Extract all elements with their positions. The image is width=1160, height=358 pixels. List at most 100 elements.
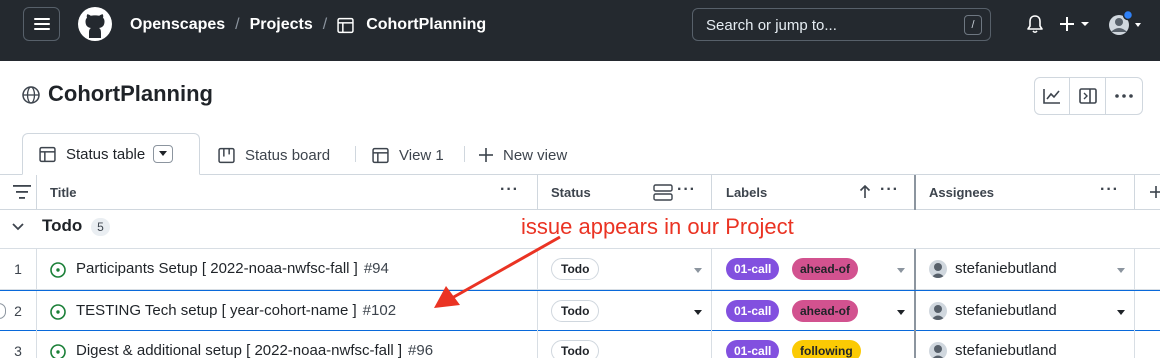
board-icon: [218, 147, 235, 164]
cell-divider: [1134, 291, 1135, 332]
dropdown-caret-icon[interactable]: [694, 268, 702, 273]
assignee-name[interactable]: stefaniebutland: [955, 302, 1057, 319]
tab-status-board[interactable]: Status board: [218, 136, 330, 174]
cell-divider: [537, 331, 538, 358]
plus-icon: [479, 148, 493, 162]
issue-number: #96: [408, 342, 434, 358]
issue-title: Digest & additional setup [ 2022-noaa-nw…: [76, 342, 403, 358]
insights-button[interactable]: [1035, 78, 1071, 114]
github-logo-icon[interactable]: [77, 6, 113, 42]
group-count-badge: 5: [91, 218, 110, 236]
cell-divider: [36, 291, 37, 332]
dropdown-caret-icon[interactable]: [694, 310, 702, 315]
cell-divider: [711, 331, 712, 358]
issue-title-link[interactable]: TESTING Tech setup [ year-cohort-name ] #…: [76, 302, 396, 319]
row-number: 3: [14, 343, 22, 358]
issue-number: #102: [362, 302, 397, 319]
table-row[interactable]: 2 TESTING Tech setup [ year-cohort-name …: [0, 290, 1160, 332]
status-badge[interactable]: Todo: [551, 340, 600, 358]
column-header-assignees[interactable]: Assignees: [929, 175, 994, 210]
issue-number: #94: [363, 260, 389, 277]
breadcrumb-projects[interactable]: Projects: [250, 16, 313, 34]
label-01-call[interactable]: 01-call: [726, 340, 780, 358]
menu-button[interactable]: [23, 7, 60, 41]
column-divider: [537, 175, 538, 210]
more-options-button[interactable]: [1106, 78, 1142, 114]
table-header: Title ··· Status ··· Labels ··· Assignee…: [0, 175, 1160, 210]
table-row[interactable]: 3 Digest & additional setup [ 2022-noaa-…: [0, 331, 1160, 358]
table-icon: [337, 17, 354, 34]
avatar: [1109, 9, 1141, 35]
arrow-up-sort-icon[interactable]: [859, 185, 871, 199]
notifications-bell-icon[interactable]: [1026, 14, 1044, 34]
tab-view-1[interactable]: View 1: [372, 136, 444, 174]
cell-divider: [36, 249, 37, 290]
filter-sort-icon[interactable]: [13, 185, 31, 199]
dropdown-caret-icon[interactable]: [897, 268, 905, 273]
tab-status-table[interactable]: Status table: [22, 133, 200, 175]
label-01-call[interactable]: 01-call: [726, 300, 780, 322]
avatar: [929, 342, 947, 358]
column-divider: [711, 175, 712, 210]
breadcrumb-org[interactable]: Openscapes: [130, 16, 225, 34]
search-input[interactable]: Search or jump to... /: [692, 8, 991, 41]
table-icon: [39, 146, 56, 163]
cell-divider: [711, 291, 712, 332]
side-panel-button[interactable]: [1070, 78, 1106, 114]
breadcrumb: Openscapes / Projects / CohortPlanning: [130, 13, 486, 37]
dropdown-caret-icon[interactable]: [1117, 310, 1125, 315]
chevron-down-icon[interactable]: [11, 221, 25, 233]
column-header-title[interactable]: Title: [50, 175, 77, 210]
row-number: 1: [14, 261, 22, 277]
label-ahead-of[interactable]: ahead-of: [792, 300, 859, 322]
header-actions: [1034, 77, 1143, 115]
cell-divider: [914, 249, 916, 290]
column-header-status[interactable]: Status: [551, 175, 591, 210]
hamburger-icon: [33, 18, 50, 30]
cell-divider: [36, 331, 37, 358]
breadcrumb-project[interactable]: CohortPlanning: [366, 16, 486, 34]
assignee-name[interactable]: stefaniebutland: [955, 260, 1057, 277]
table-icon: [372, 147, 389, 164]
top-navigation-bar: Openscapes / Projects / CohortPlanning S…: [0, 0, 1160, 61]
tab-label: Status board: [245, 146, 331, 164]
add-field-plus-icon[interactable]: [1150, 186, 1160, 198]
row-number: 2: [14, 303, 22, 319]
column-divider: [1134, 175, 1135, 210]
tab-label: New view: [503, 146, 568, 164]
table-row[interactable]: 1 Participants Setup [ 2022-noaa-nwfsc-f…: [0, 249, 1160, 290]
tab-options-button[interactable]: [153, 145, 174, 163]
tab-label: View 1: [399, 146, 444, 164]
group-by-icon[interactable]: [653, 184, 673, 201]
chevron-down-icon: [1081, 22, 1089, 26]
issue-title-link[interactable]: Digest & additional setup [ 2022-noaa-nw…: [76, 342, 433, 358]
column-divider: [36, 175, 37, 210]
label-ahead-of[interactable]: ahead-of: [792, 258, 859, 280]
column-menu-icon[interactable]: ···: [677, 181, 696, 199]
tab-label: Status table: [66, 145, 146, 163]
dropdown-caret-icon[interactable]: [897, 310, 905, 315]
column-menu-icon[interactable]: ···: [500, 181, 519, 199]
label-following[interactable]: following: [792, 340, 861, 358]
column-menu-icon[interactable]: ···: [1100, 181, 1119, 199]
column-menu-icon[interactable]: ···: [880, 181, 899, 199]
cell-divider: [1134, 249, 1135, 290]
new-view-button[interactable]: New view: [479, 136, 567, 174]
label-01-call[interactable]: 01-call: [726, 258, 780, 280]
issue-title-link[interactable]: Participants Setup [ 2022-noaa-nwfsc-fal…: [76, 260, 389, 277]
issue-opened-icon: [50, 344, 66, 358]
assignee-name[interactable]: stefaniebutland: [955, 342, 1057, 358]
cell-divider: [914, 331, 916, 358]
create-new-button[interactable]: [1060, 13, 1094, 35]
cell-divider: [1134, 331, 1135, 358]
cell-divider: [711, 249, 712, 290]
dropdown-caret-icon[interactable]: [1117, 268, 1125, 273]
user-menu-button[interactable]: [1107, 9, 1145, 38]
cell-divider: [914, 291, 916, 332]
column-header-labels[interactable]: Labels: [726, 175, 767, 210]
tab-separator: [355, 146, 356, 162]
column-divider: [914, 175, 916, 210]
issue-title: Participants Setup [ 2022-noaa-nwfsc-fal…: [76, 260, 358, 277]
annotation-arrow-icon: [434, 235, 561, 308]
globe-icon: [22, 86, 40, 104]
